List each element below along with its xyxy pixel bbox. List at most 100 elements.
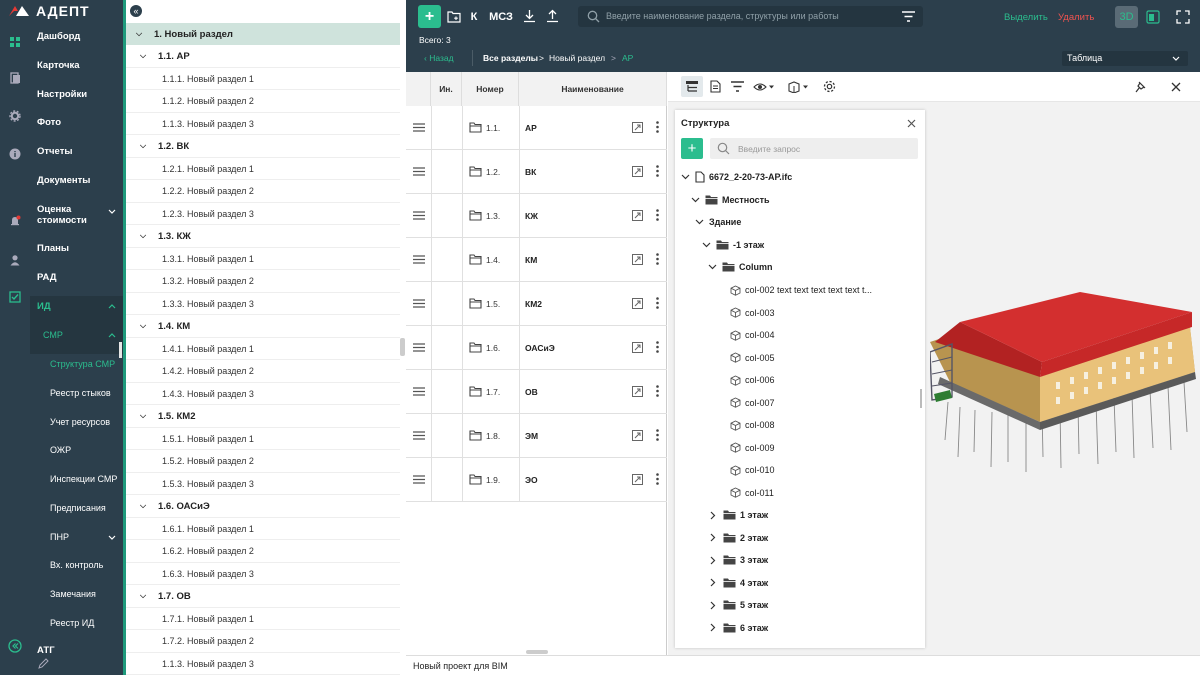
table-row[interactable]: 1.9. ЭО	[406, 458, 667, 502]
column-item[interactable]: col-005	[730, 347, 775, 369]
tree-scrollbar[interactable]	[400, 338, 405, 356]
drag-handle-icon[interactable]	[413, 475, 425, 484]
open-link-icon[interactable]	[632, 342, 643, 353]
chevron-down-icon[interactable]	[695, 219, 704, 225]
column-item[interactable]: col-002 text text text text text t...	[730, 279, 872, 301]
nav-plans[interactable]: Планы	[37, 243, 69, 254]
chevron-down-icon[interactable]	[702, 242, 711, 248]
floor-node[interactable]: 3 этаж	[708, 549, 768, 571]
nav-remarks[interactable]: Замечания	[50, 589, 96, 599]
name-col-header[interactable]: Наименование	[519, 72, 667, 106]
bell-icon[interactable]	[9, 215, 21, 227]
drag-handle-icon[interactable]	[413, 211, 425, 220]
upload-icon[interactable]	[546, 9, 559, 23]
chevron-right-icon[interactable]	[710, 511, 716, 520]
collapse-sidebar-button[interactable]: «	[129, 4, 143, 18]
open-link-icon[interactable]	[632, 254, 643, 265]
user-icon[interactable]	[9, 254, 21, 266]
nav-inspections[interactable]: Инспекции СМР	[50, 474, 117, 484]
table-row[interactable]: 1.5. КМ2	[406, 282, 667, 326]
open-link-icon[interactable]	[632, 210, 643, 221]
nav-rad[interactable]: РАД	[37, 272, 56, 283]
column-item[interactable]: col-010	[730, 459, 775, 481]
more-menu-icon[interactable]	[656, 429, 659, 441]
chevron-right-icon[interactable]	[710, 533, 716, 542]
structure-search-input[interactable]: Введите запрос	[710, 138, 918, 159]
nav-joint-registry[interactable]: Реестр стыков	[50, 388, 111, 398]
close-icon[interactable]	[1171, 82, 1181, 92]
pin-icon[interactable]	[1135, 81, 1146, 93]
add-structure-button[interactable]: +	[681, 138, 703, 159]
breadcrumb-new-section[interactable]: Новый раздел	[549, 53, 605, 63]
info-icon[interactable]	[9, 148, 21, 160]
viewer-splitter[interactable]	[920, 392, 922, 408]
floor-node[interactable]: 5 этаж	[708, 594, 768, 616]
msz-button[interactable]: МСЗ	[487, 10, 515, 24]
column-item[interactable]: col-007	[730, 392, 775, 414]
checklist-icon[interactable]	[9, 291, 21, 303]
search-input[interactable]: Введите наименование раздела, структуры …	[578, 6, 923, 27]
nav-prescriptions[interactable]: Предписания	[50, 503, 106, 513]
column-item[interactable]: col-006	[730, 369, 775, 391]
nav-documents[interactable]: Документы	[37, 175, 90, 186]
nav-resources[interactable]: Учет ресурсов	[50, 417, 110, 427]
drag-handle-icon[interactable]	[413, 123, 425, 132]
horizontal-scrollbar[interactable]	[526, 650, 548, 654]
dashboard-icon[interactable]	[9, 36, 21, 48]
nav-dashboard[interactable]: Дашборд	[37, 31, 80, 42]
drag-handle-icon[interactable]	[413, 387, 425, 396]
more-menu-icon[interactable]	[656, 385, 659, 397]
tree-root[interactable]: ⌵ 1. Новый раздел	[136, 23, 233, 45]
nav-settings[interactable]: Настройки	[37, 89, 87, 100]
more-menu-icon[interactable]	[656, 473, 659, 485]
filter-icon[interactable]	[731, 81, 744, 92]
chevron-down-icon[interactable]	[691, 197, 700, 203]
nav-card[interactable]: Карточка	[37, 60, 80, 71]
column-item[interactable]: col-009	[730, 437, 775, 459]
open-link-icon[interactable]	[632, 298, 643, 309]
number-col-header[interactable]: Номер	[462, 72, 519, 106]
delete-button[interactable]: Удалить	[1058, 12, 1094, 23]
floor-node[interactable]: -1 этаж	[702, 234, 764, 256]
chevron-right-icon[interactable]	[710, 601, 716, 610]
folder-add-icon[interactable]	[447, 10, 461, 23]
drag-handle-icon[interactable]	[413, 343, 425, 352]
column-item[interactable]: col-003	[730, 302, 775, 324]
column-item[interactable]: col-008	[730, 414, 775, 436]
sidebar-scrollbar[interactable]	[119, 342, 122, 358]
nav-cost-estimate[interactable]: Оценка стоимости	[37, 204, 99, 226]
more-menu-icon[interactable]	[656, 121, 659, 133]
view-select[interactable]: Таблица	[1062, 51, 1188, 66]
column-node[interactable]: Column	[708, 256, 773, 278]
building-node[interactable]: Здание	[695, 211, 741, 233]
open-link-icon[interactable]	[632, 430, 643, 441]
table-row[interactable]: 1.6. ОАСиЭ	[406, 326, 667, 370]
nav-pnr[interactable]: ПНР	[50, 532, 69, 542]
open-link-icon[interactable]	[632, 474, 643, 485]
table-row[interactable]: 1.1. АР	[406, 106, 667, 150]
table-row[interactable]: 1.7. ОВ	[406, 370, 667, 414]
chevron-right-icon[interactable]	[710, 578, 716, 587]
breadcrumb-ar[interactable]: АР	[622, 53, 633, 63]
document-icon[interactable]	[710, 80, 721, 93]
drag-handle-icon[interactable]	[413, 431, 425, 440]
nav-smr[interactable]: СМР	[43, 330, 63, 340]
ifc-file-node[interactable]: 6672_2-20-73-АР.ifc	[681, 166, 792, 188]
table-row[interactable]: 1.8. ЭМ	[406, 414, 667, 458]
nav-id[interactable]: ИД	[37, 301, 51, 312]
structure-tree-icon[interactable]	[686, 81, 698, 92]
bim-3d-model[interactable]	[930, 282, 1200, 482]
drag-handle-icon[interactable]	[413, 167, 425, 176]
back-link[interactable]: ‹ Назад	[424, 53, 454, 63]
add-button[interactable]: +	[418, 5, 441, 28]
floor-node[interactable]: 1 этаж	[708, 504, 768, 526]
more-menu-icon[interactable]	[656, 341, 659, 353]
floor-node[interactable]: 2 этаж	[708, 527, 768, 549]
column-item[interactable]: col-011	[730, 482, 774, 504]
chevron-right-icon[interactable]	[710, 623, 716, 632]
drag-handle-icon[interactable]	[413, 255, 425, 264]
settings-gear-icon[interactable]	[823, 80, 836, 93]
chevron-right-icon[interactable]	[710, 556, 716, 565]
nav-smr-structure[interactable]: Структура СМР	[50, 359, 115, 369]
more-menu-icon[interactable]	[656, 209, 659, 221]
